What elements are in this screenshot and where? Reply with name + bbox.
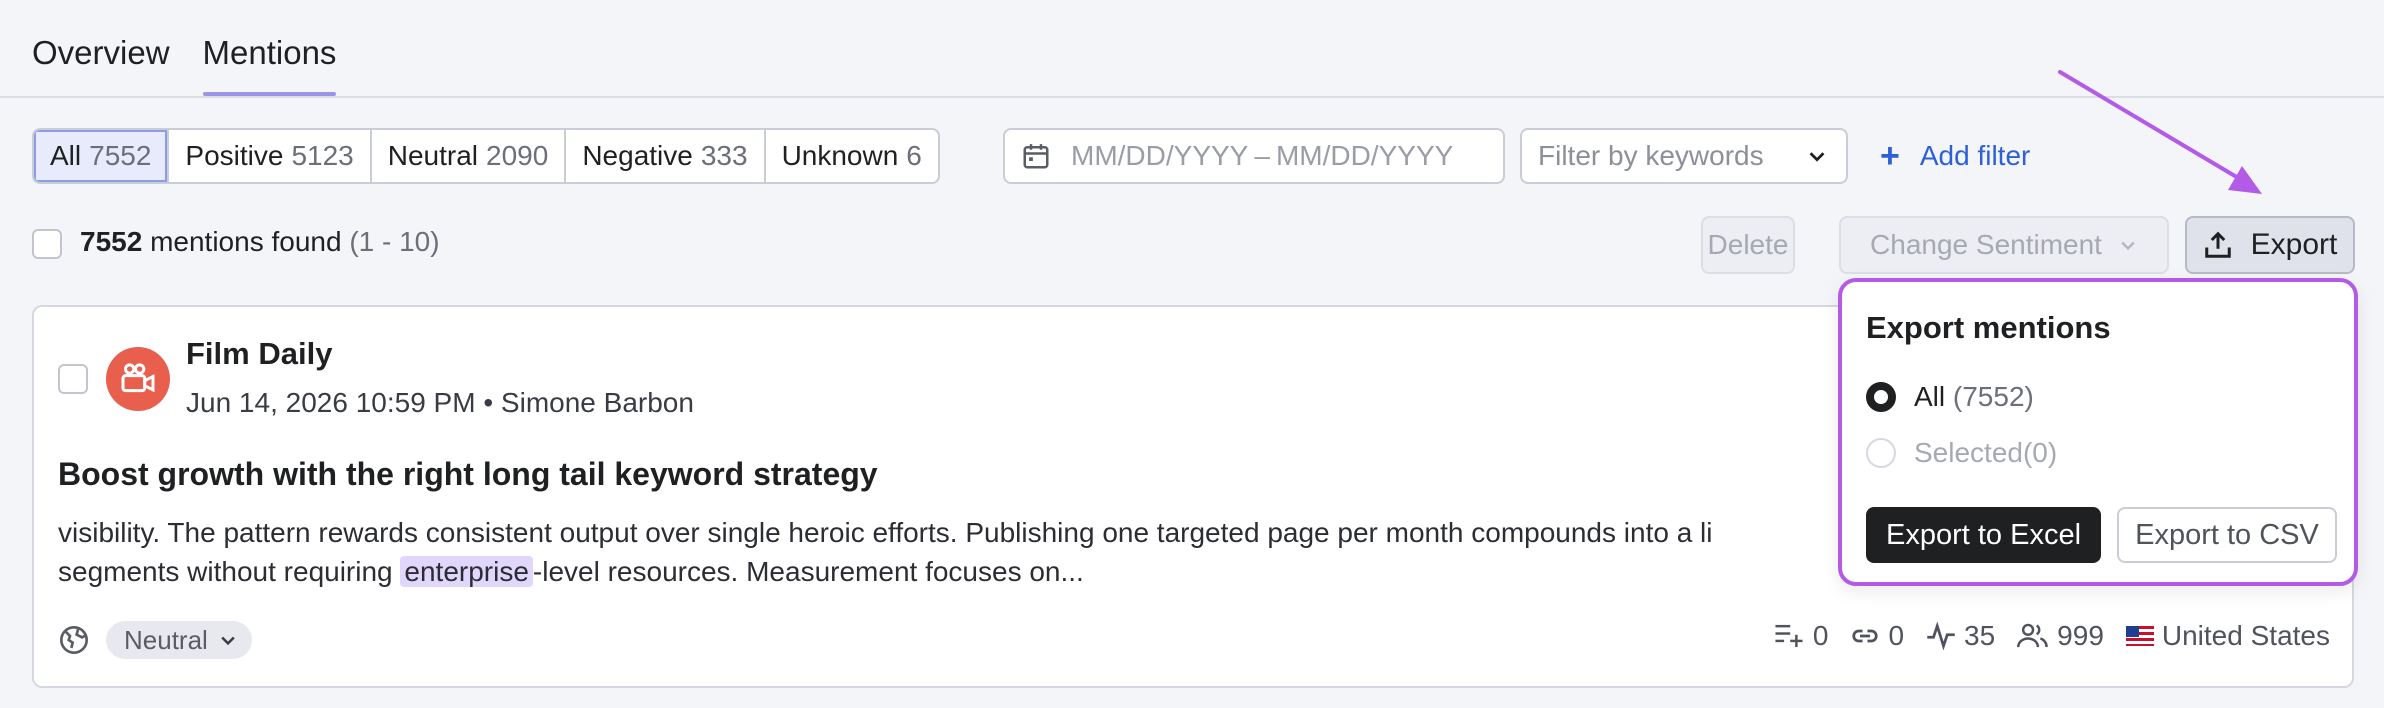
mention-meta: Jun 14, 2026 10:59 PM • Simone Barbon xyxy=(186,387,694,418)
filter-neutral[interactable]: Neutral 2090 xyxy=(372,130,567,182)
export-all-radio[interactable] xyxy=(1866,382,1896,412)
export-popover-title: Export mentions xyxy=(1866,310,2111,345)
filter-negative[interactable]: Negative 333 xyxy=(566,130,766,182)
list-sparkle-icon xyxy=(1775,624,1803,648)
stat-activity: 35 xyxy=(1926,620,1995,652)
mention-title[interactable]: Boost growth with the right long tail ke… xyxy=(58,456,878,493)
source-avatar xyxy=(106,347,170,411)
date-separator: – xyxy=(1254,140,1270,171)
mention-stats: 0 0 35 999 United States xyxy=(1773,620,2330,652)
change-sentiment-button[interactable]: Change Sentiment xyxy=(1839,216,2169,274)
filter-all[interactable]: All 7552 xyxy=(34,130,170,182)
globe-icon xyxy=(60,626,88,654)
export-to-csv-button[interactable]: Export to CSV xyxy=(2117,507,2337,563)
add-filter-button[interactable]: + Add filter xyxy=(1880,128,2030,184)
stat-country: United States xyxy=(2125,620,2330,652)
date-start-placeholder: MM/DD/YYYY xyxy=(1071,140,1249,171)
results-count: 7552 mentions found (1 - 10) xyxy=(80,226,440,257)
select-all-checkbox[interactable] xyxy=(32,229,62,259)
export-all-label[interactable]: All (7552) xyxy=(1914,381,2034,413)
change-sentiment-label: Change Sentiment xyxy=(1870,229,2102,260)
mention-snippet: visibility. The pattern rewards consiste… xyxy=(58,517,1713,587)
us-flag-icon xyxy=(2125,626,2154,646)
plus-icon: + xyxy=(1880,137,1900,175)
link-icon xyxy=(1852,629,1878,643)
activity-icon xyxy=(1927,621,1955,651)
export-button[interactable]: Export xyxy=(2185,216,2355,274)
stat-reach: 999 xyxy=(2017,620,2104,652)
chevron-down-icon xyxy=(2121,241,2135,251)
tab-bar: Overview Mentions xyxy=(32,0,336,96)
filter-positive[interactable]: Positive 5123 xyxy=(169,130,372,182)
add-filter-label: Add filter xyxy=(1919,140,2031,171)
mention-checkbox[interactable] xyxy=(58,364,88,394)
upload-icon xyxy=(2204,231,2231,258)
keyword-highlight: enterprise xyxy=(400,556,533,587)
calendar-icon xyxy=(1023,144,1049,169)
delete-button[interactable]: Delete xyxy=(1701,216,1795,274)
stat-links: 0 xyxy=(1850,620,1904,652)
keywords-filter-placeholder: Filter by keywords xyxy=(1538,140,1764,171)
video-camera-icon xyxy=(121,363,155,393)
sentiment-label: Neutral xyxy=(124,624,208,655)
tab-mentions[interactable]: Mentions xyxy=(202,0,336,96)
source-name[interactable]: Film Daily xyxy=(186,336,332,372)
export-selected-radio[interactable] xyxy=(1866,438,1896,468)
stat-posts: 0 xyxy=(1773,620,1828,652)
tab-overview[interactable]: Overview xyxy=(32,0,170,96)
keywords-filter-dropdown[interactable]: Filter by keywords xyxy=(1520,128,1848,184)
export-selected-label[interactable]: Selected(0) xyxy=(1914,437,2057,469)
chevron-down-icon xyxy=(1809,152,1825,162)
annotation-arrow xyxy=(2058,70,2262,194)
export-to-excel-button[interactable]: Export to Excel xyxy=(1866,507,2101,563)
export-label: Export xyxy=(2250,228,2338,261)
date-range-input[interactable]: MM/DD/YYYY – MM/DD/YYYY xyxy=(1003,128,1505,184)
sentiment-filter: All 7552 Positive 5123 Neutral 2090 Negativ… xyxy=(32,128,940,184)
chevron-down-icon xyxy=(221,636,235,646)
date-end-placeholder: MM/DD/YYYY xyxy=(1275,140,1454,171)
tabs-divider xyxy=(0,96,2384,98)
users-icon xyxy=(2017,623,2048,648)
sentiment-dropdown[interactable]: Neutral xyxy=(106,621,252,659)
filter-unknown[interactable]: Unknown 6 xyxy=(766,130,938,182)
